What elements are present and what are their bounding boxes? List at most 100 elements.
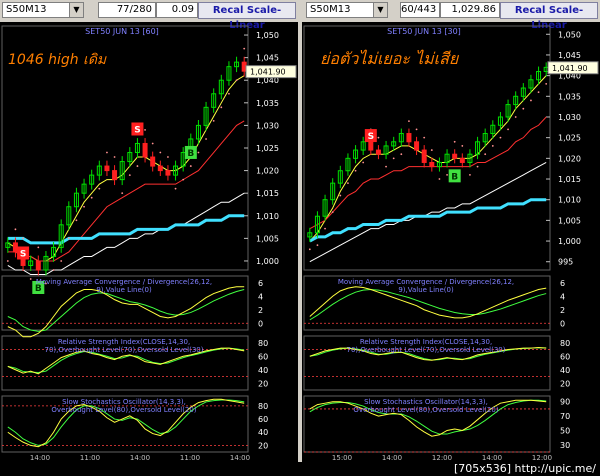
series-ma_slow — [309, 162, 547, 263]
chart-canvas-right: 1,0501,0451,0401,0351,0301,0251,0201,015… — [303, 25, 599, 462]
price-tick-label: 1,010 — [256, 212, 279, 221]
price-tick-label: 1,020 — [558, 154, 581, 163]
sar-dot — [67, 237, 70, 240]
osc-tick-label: 6 — [560, 279, 565, 288]
price-tick-label: 1,000 — [558, 237, 581, 246]
osc-title: 70),Overbought Level(70),Oversold Level(… — [346, 346, 505, 354]
candle — [459, 157, 465, 163]
osc-tick-label: 60 — [258, 352, 268, 361]
osc-tick-label: 20 — [258, 379, 268, 388]
candle — [112, 170, 118, 181]
sar-dot — [316, 244, 319, 247]
sar-dot — [354, 169, 357, 172]
macd-line — [7, 286, 245, 338]
sar-dot — [545, 82, 548, 85]
sar-dot — [98, 187, 101, 190]
chart-panel-left: S50M13 ▼ 77/280 0.09 Recal Scale-Linear … — [0, 0, 298, 462]
chevron-down-icon[interactable]: ▼ — [69, 3, 83, 17]
price-tick-label: 1,000 — [256, 257, 279, 266]
sar-dot — [136, 165, 139, 167]
symbol-select[interactable]: S50M13 ▼ — [2, 2, 84, 18]
sar-dot — [205, 138, 207, 140]
sar-dot — [220, 106, 223, 109]
candle — [12, 242, 18, 253]
sar-dot — [121, 192, 124, 195]
candle — [150, 156, 156, 167]
price-tick-label: 1,030 — [558, 113, 581, 122]
candle — [35, 260, 41, 271]
time-label: 14:00 — [230, 454, 250, 462]
sar-dot — [438, 178, 441, 180]
candle — [421, 149, 427, 163]
macd-signal-line — [309, 288, 547, 321]
sar-dot — [189, 165, 192, 167]
chart-title: SET50 JUN 13 [60] — [85, 27, 159, 36]
osc-tick-label: 20 — [560, 379, 570, 388]
osc-tick-label: 40 — [258, 428, 268, 437]
sar-dot — [507, 128, 509, 131]
chart-annotation: ย่อตัวไม่เยอะ ไม่เสีย — [320, 49, 460, 68]
sar-dot — [385, 165, 387, 168]
sar-dot — [324, 227, 326, 230]
sar-dot — [377, 136, 380, 139]
price-tick-label: 1,015 — [558, 175, 581, 184]
price-tick-label: 1,035 — [256, 99, 279, 108]
recal-scale-button[interactable]: Recal Scale-Linear — [500, 2, 598, 31]
last-price-label: 1,041.90 — [250, 68, 286, 77]
sar-dot — [446, 173, 448, 176]
price-tick-label: 1,010 — [558, 196, 581, 205]
sar-dot — [514, 116, 517, 118]
sar-dot — [423, 136, 426, 139]
osc-tick-label: 40 — [560, 366, 570, 375]
sar-dot — [60, 260, 63, 262]
sar-dot — [197, 151, 200, 154]
bar-counter: 60/443 — [400, 2, 440, 18]
sar-dot — [174, 187, 177, 190]
time-label: 14:00 — [130, 454, 150, 462]
value-field: 0.09 — [156, 2, 198, 18]
chevron-down-icon[interactable]: ▼ — [373, 3, 387, 17]
sar-dot — [392, 157, 395, 160]
time-label: 15:00 — [332, 454, 352, 462]
osc-tick-label: 6 — [258, 279, 263, 288]
sar-dot — [22, 237, 24, 240]
sar-dot — [167, 156, 169, 158]
sar-dot — [484, 153, 487, 156]
osc-tick-label: 80 — [560, 339, 570, 348]
time-label: 12:00 — [432, 454, 452, 462]
time-label: 14:00 — [482, 454, 502, 462]
time-label: 14:00 — [30, 454, 50, 462]
recal-scale-button[interactable]: Recal Scale-Linear — [198, 2, 296, 31]
chart-annotation: 1046 high เดิม — [8, 52, 107, 68]
series-ma_mid — [7, 120, 245, 262]
signal-label: S — [20, 249, 26, 259]
sar-dot — [537, 91, 540, 94]
osc-tick-label: 90 — [560, 398, 570, 407]
osc-title: Moving Average Convergence / Divergence(… — [338, 278, 514, 286]
sar-dot — [128, 174, 131, 177]
candle — [157, 165, 163, 172]
osc-title: Overbought Level(80),Oversold Level(20) — [353, 406, 498, 414]
candle — [104, 165, 110, 172]
osc-tick-label: 40 — [258, 366, 268, 375]
osc-tick-label: 4 — [258, 292, 263, 301]
symbol-select[interactable]: S50M13 ▼ — [306, 2, 388, 18]
series-ma_long — [309, 198, 547, 243]
osc-title: Slow Stochastics Oscillator(14,3,3), — [364, 398, 488, 406]
price-tick-label: 1,005 — [256, 234, 279, 243]
osc-title: Slow Stochastics Oscillator(14,3,3), — [62, 398, 186, 406]
sar-dot — [461, 145, 464, 147]
price-tick-label: 1,045 — [256, 54, 279, 63]
osc-tick-label: 2 — [560, 306, 565, 315]
osc-tick-label: 20 — [258, 441, 268, 450]
time-label: 11:00 — [180, 454, 200, 462]
sar-dot — [144, 129, 146, 131]
osc-tick-label: 80 — [258, 339, 268, 348]
toolbar-right: S50M13 ▼ 60/443 1,029.86 Recal Scale-Lin… — [302, 0, 600, 31]
sar-dot — [52, 269, 55, 271]
sar-dot — [453, 140, 456, 143]
sar-dot — [212, 119, 215, 122]
sar-dot — [182, 178, 185, 181]
price-tick-label: 1,020 — [256, 167, 279, 176]
candle — [452, 153, 458, 159]
